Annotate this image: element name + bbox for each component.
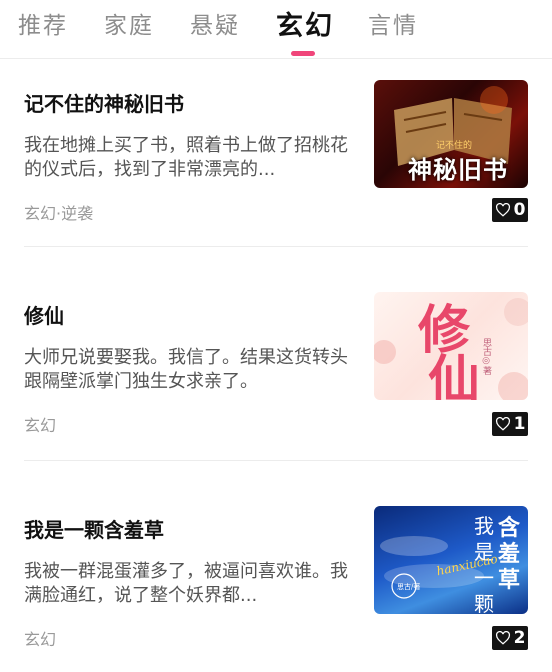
story-description: 大师兄说要娶我。我信了。结果这货转头跟隔壁派掌门独生女求亲了。 <box>24 347 348 392</box>
cover-title: 神秘旧书 <box>408 155 508 184</box>
like-count: 0 <box>513 200 526 220</box>
heart-icon <box>495 203 510 217</box>
story-cover-image[interactable]: 修 仙 思古◎著 <box>374 292 528 400</box>
heart-icon <box>495 417 510 431</box>
story-title[interactable]: 我是一颗含羞草 <box>24 514 164 543</box>
tab-fantasy[interactable]: 玄幻 <box>276 4 334 43</box>
active-tab-indicator <box>291 51 315 56</box>
story-tags: 玄幻 <box>24 416 57 435</box>
tab-romance[interactable]: 言情 <box>368 6 418 40</box>
like-count: 1 <box>513 414 526 434</box>
story-title[interactable]: 修仙 <box>24 300 64 329</box>
story-card[interactable]: 我是一颗含羞草 我被一群混蛋灌多了，被逼问喜欢谁。我满脸通红，说了整个妖界都..… <box>24 506 528 656</box>
story-card[interactable]: 修仙 大师兄说要娶我。我信了。结果这货转头跟隔壁派掌门独生女求亲了。 玄幻 修 … <box>24 292 528 442</box>
cover-title-2: 仙 <box>428 350 481 400</box>
story-cover-image[interactable]: 思古/著 我 含 是 羞 一 草 颗 hanxiucao <box>374 506 528 614</box>
category-tab-bar: 推荐 家庭 悬疑 玄幻 言情 <box>0 0 552 59</box>
like-count: 2 <box>513 628 526 648</box>
tab-suspense[interactable]: 悬疑 <box>190 6 240 40</box>
story-tags: 玄幻·逆袭 <box>24 204 94 223</box>
cover-title-char: 我 <box>474 514 494 538</box>
cover-author: 思古◎著 <box>481 338 491 375</box>
divider <box>24 460 528 461</box>
story-cover-image[interactable]: 记不住的 神秘旧书 <box>374 80 528 188</box>
story-title[interactable]: 记不住的神秘旧书 <box>24 88 184 117</box>
story-card[interactable]: 记不住的神秘旧书 我在地摊上买了书，照着书上做了招桃花的仪式后，找到了非常漂亮的… <box>24 80 528 230</box>
cover-author: 思古/著 <box>397 583 421 591</box>
tab-recommend[interactable]: 推荐 <box>18 6 68 40</box>
divider <box>24 246 528 247</box>
like-counter[interactable]: 1 <box>492 412 528 436</box>
cover-title-char: 颗 <box>474 592 494 614</box>
heart-icon <box>495 631 510 645</box>
story-description: 我被一群混蛋灌多了，被逼问喜欢谁。我满脸通红，说了整个妖界都... <box>24 561 348 606</box>
story-description: 我在地摊上买了书，照着书上做了招桃花的仪式后，找到了非常漂亮的... <box>24 135 348 180</box>
cover-title-char: 草 <box>498 567 521 593</box>
tab-family[interactable]: 家庭 <box>104 6 154 40</box>
story-tags: 玄幻 <box>24 630 57 649</box>
like-counter[interactable]: 0 <box>492 198 528 222</box>
like-counter[interactable]: 2 <box>492 626 528 650</box>
